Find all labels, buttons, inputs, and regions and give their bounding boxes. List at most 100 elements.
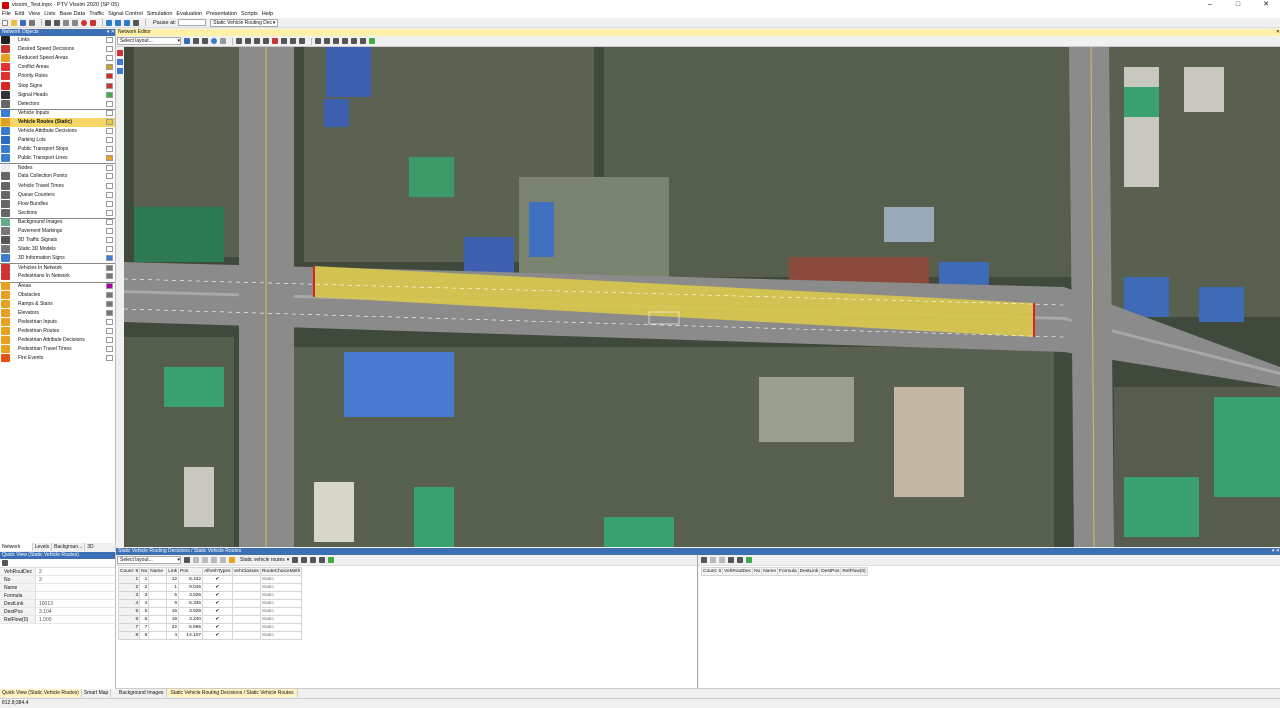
object-color-swatch[interactable] xyxy=(106,127,113,134)
object-color-swatch[interactable] xyxy=(106,318,113,325)
cell-no[interactable]: 8 xyxy=(139,631,150,640)
settings-icon[interactable] xyxy=(324,38,330,44)
pin-icon[interactable]: ▾ ✕ xyxy=(107,29,115,36)
object-color-swatch[interactable] xyxy=(106,182,113,189)
shield-icon[interactable] xyxy=(117,68,123,74)
sync-icon[interactable] xyxy=(369,38,375,44)
cell-route-choice-meth[interactable]: Static xyxy=(259,607,303,616)
add-icon[interactable] xyxy=(710,557,716,563)
table-row[interactable]: 1 1 12 6.442 ✔ Static xyxy=(117,575,303,584)
network-object-item[interactable]: 3D Information Signs xyxy=(0,254,115,263)
network-object-item[interactable]: Detectors xyxy=(0,99,115,109)
row-header[interactable]: 1 xyxy=(117,575,141,584)
col-count[interactable]: Count: 8 xyxy=(117,567,141,576)
link-icon[interactable] xyxy=(342,38,348,44)
cell-route-choice-meth[interactable]: Static xyxy=(259,623,303,632)
zoom-in-icon[interactable] xyxy=(193,38,199,44)
cell-no[interactable]: 4 xyxy=(139,599,150,608)
object-color-swatch[interactable] xyxy=(106,309,113,316)
cell-pos[interactable]: 14.107 xyxy=(178,631,204,640)
cell-link[interactable]: 16 xyxy=(166,607,180,616)
cell-no[interactable]: 6 xyxy=(139,615,150,624)
object-color-swatch[interactable] xyxy=(106,191,113,198)
cell-route-choice-meth[interactable]: Static xyxy=(259,615,303,624)
table-row[interactable]: 4 4 9 5.345 ✔ Static xyxy=(117,599,303,608)
cell-name[interactable] xyxy=(148,575,168,584)
list-layout-select[interactable]: Select layout... ▾ xyxy=(117,556,181,564)
cell-name[interactable] xyxy=(148,631,168,640)
network-object-item[interactable]: Pedestrians In Network xyxy=(0,272,115,281)
network-object-item[interactable]: Conflict Areas xyxy=(0,63,115,72)
cell-pos[interactable]: 3.926 xyxy=(178,591,204,600)
menu-presentation[interactable]: Presentation xyxy=(206,11,237,17)
add-icon[interactable] xyxy=(193,557,199,563)
network-object-item[interactable]: Priority Rules xyxy=(0,72,115,81)
row-header[interactable]: 6 xyxy=(117,615,141,624)
table-row[interactable]: 3 3 5 3.926 ✔ Static xyxy=(117,591,303,600)
col-all-veh-types[interactable]: AllVehTypes xyxy=(202,567,233,576)
wrench-icon[interactable] xyxy=(184,557,190,563)
cell-veh-classes[interactable] xyxy=(231,599,261,608)
star-icon[interactable] xyxy=(90,19,96,26)
menu-file[interactable]: File xyxy=(2,11,11,17)
record-icon[interactable] xyxy=(81,19,87,26)
table-row[interactable]: 5 5 16 3.929 ✔ Static xyxy=(117,607,303,616)
menu-view[interactable]: View xyxy=(28,11,40,17)
cell-veh-classes[interactable] xyxy=(231,615,261,624)
cell-name[interactable] xyxy=(148,583,168,592)
cell-all-veh-types[interactable]: ✔ xyxy=(202,599,233,608)
network-object-item[interactable]: Static 3D Models xyxy=(0,245,115,254)
arrow-right-icon[interactable] xyxy=(299,38,305,44)
cell-veh-classes[interactable] xyxy=(231,631,261,640)
object-color-swatch[interactable] xyxy=(106,273,113,280)
attribute-value[interactable] xyxy=(36,592,39,599)
cell-veh-classes[interactable] xyxy=(231,607,261,616)
cell-name[interactable] xyxy=(148,615,168,624)
object-color-swatch[interactable] xyxy=(106,209,113,216)
layout-select[interactable]: Select layout... ▾ xyxy=(117,37,181,45)
minimize-button[interactable]: – xyxy=(1196,0,1224,10)
edit-icon[interactable] xyxy=(360,38,366,44)
cell-all-veh-types[interactable]: ✔ xyxy=(202,591,233,600)
cell-no[interactable]: 7 xyxy=(139,623,150,632)
row-header[interactable]: 8 xyxy=(117,631,141,640)
object-color-swatch[interactable] xyxy=(106,346,113,353)
grid-icon[interactable] xyxy=(301,557,308,563)
cell-link[interactable]: 9 xyxy=(166,599,180,608)
cell-all-veh-types[interactable]: ✔ xyxy=(202,623,233,632)
network-object-item[interactable]: Pedestrian Attribute Decisions xyxy=(0,336,115,345)
tab-smart-map[interactable]: Smart Map xyxy=(82,689,112,697)
copy-icon[interactable] xyxy=(72,19,78,26)
col-count[interactable]: Count: 0 xyxy=(700,567,724,576)
pause-at-input[interactable] xyxy=(178,19,207,26)
close-icon[interactable]: ✕ xyxy=(1276,29,1280,36)
menu-simulation[interactable]: Simulation xyxy=(147,11,173,17)
network-object-item[interactable]: Vehicle Travel Times xyxy=(0,181,115,191)
menu-base-data[interactable]: Base Data xyxy=(60,11,86,17)
network-object-item[interactable]: Pedestrian Inputs xyxy=(0,317,115,327)
pause-icon[interactable] xyxy=(124,19,130,26)
menu-evaluation[interactable]: Evaluation xyxy=(176,11,202,17)
tab-levels[interactable]: Levels xyxy=(33,543,53,551)
table-row[interactable]: 8 8 4 14.107 ✔ Static xyxy=(117,631,303,640)
cell-name[interactable] xyxy=(148,591,168,600)
cell-all-veh-types[interactable]: ✔ xyxy=(202,631,233,640)
network-object-item[interactable]: Public Transport Stops xyxy=(0,145,115,154)
col-route-choice-meth[interactable]: RouteChoiceMeth xyxy=(259,567,303,576)
zoom-all-icon[interactable] xyxy=(245,38,251,44)
col-name[interactable]: Name xyxy=(148,567,168,576)
play-icon[interactable] xyxy=(106,19,112,26)
copy-icon[interactable] xyxy=(292,557,299,563)
cell-all-veh-types[interactable]: ✔ xyxy=(202,583,233,592)
object-color-swatch[interactable] xyxy=(106,37,113,44)
network-object-item[interactable]: Areas xyxy=(0,281,115,291)
object-color-swatch[interactable] xyxy=(106,246,113,253)
object-color-swatch[interactable] xyxy=(106,64,113,71)
col-name[interactable]: Name xyxy=(761,567,779,576)
network-object-item[interactable]: 3D Traffic Signals xyxy=(0,236,115,245)
network-object-item[interactable]: Stop Signs xyxy=(0,81,115,90)
network-object-item[interactable]: Vehicles In Network xyxy=(0,263,115,272)
cell-route-choice-meth[interactable]: Static xyxy=(259,575,303,584)
network-object-item[interactable]: Fire Events xyxy=(0,354,115,363)
wrench-icon[interactable] xyxy=(701,557,707,563)
